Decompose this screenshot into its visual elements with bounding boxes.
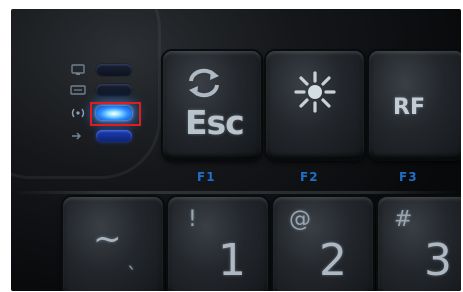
f1-label: F1 [197,170,216,184]
exclamation-symbol: ! [188,207,197,232]
sun-icon [292,69,338,120]
monitor-icon [69,64,87,76]
refresh-icon [185,67,223,104]
hash-symbol: # [394,207,413,232]
tilde-symbol: ~ [93,219,122,259]
status-led-1 [96,64,132,76]
digit-2: 2 [319,235,347,286]
bezel-line [11,191,461,194]
key-1[interactable]: ! 1 [168,197,268,291]
status-led-2 [96,84,132,96]
keyboard-icon [69,84,87,96]
rf-key[interactable]: RF [369,51,461,159]
f2-label: F2 [300,170,319,184]
at-symbol: @ [289,207,311,232]
key-2[interactable]: @ 2 [273,197,373,291]
wireless-icon [69,107,87,119]
status-led-4 [96,130,132,142]
highlight-box [90,102,141,126]
backtick-symbol: ` [127,263,137,287]
digit-1: 1 [218,235,246,286]
f3-label: F3 [399,170,418,184]
rf-label: RF [393,95,425,120]
tilde-key[interactable]: ~ ` [63,197,163,291]
brightness-key[interactable] [266,51,364,159]
arrow-icon [69,130,87,142]
esc-key[interactable]: Esc [163,51,261,159]
key-3[interactable]: # 3 [378,197,461,291]
digit-3: 3 [424,235,452,286]
keyboard-photo: Esc RF F1 F2 F3 ~ ` ! 1 @ 2 # 3 [11,9,461,291]
esc-label: Esc [185,103,245,142]
